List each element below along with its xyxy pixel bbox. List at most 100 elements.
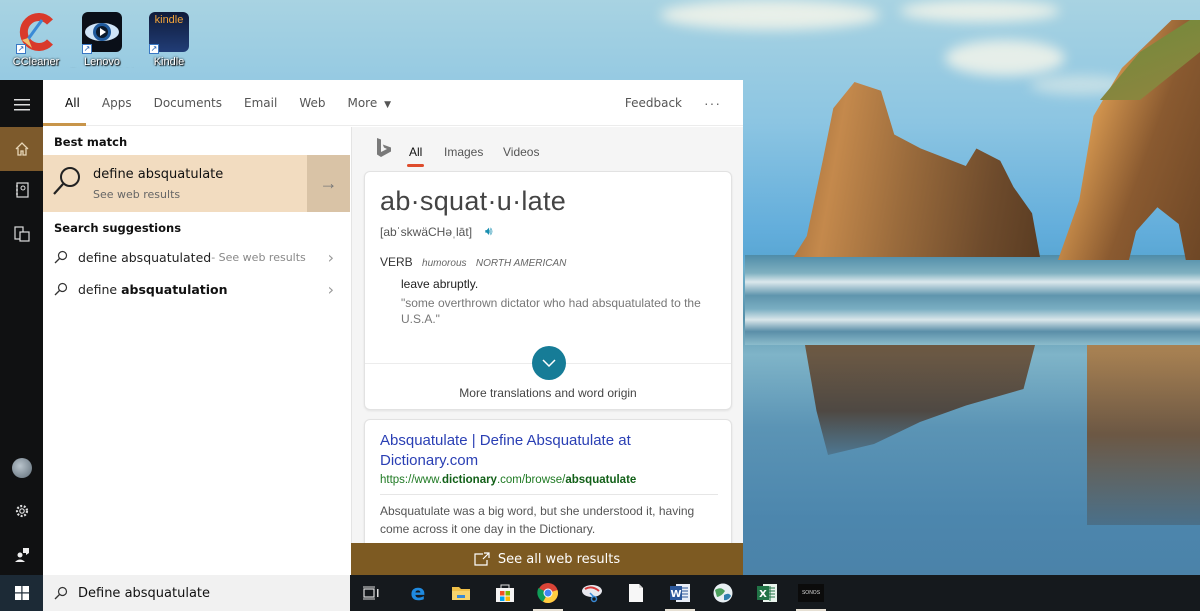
expand-button[interactable] — [532, 346, 566, 380]
example-sentence: "some overthrown dictator who had absqua… — [401, 296, 701, 326]
cloud — [660, 0, 880, 30]
more-options-button[interactable]: ··· — [704, 95, 721, 111]
speaker-icon[interactable]: 🔊︎ — [485, 224, 493, 239]
taskbar-task-view[interactable] — [349, 575, 393, 611]
taskbar: e W X SONOS — [0, 575, 1200, 611]
document-icon — [629, 584, 643, 602]
sea — [745, 255, 1200, 345]
see-all-web-results-button[interactable]: See all web results — [351, 543, 743, 575]
desktop-icon-label: CCleaner — [12, 56, 60, 68]
taskbar-notepad[interactable] — [614, 575, 658, 611]
suggestion-bold-text: absquatulation — [121, 281, 228, 297]
search-input[interactable] — [78, 585, 338, 601]
bing-tab-videos[interactable]: Videos — [503, 145, 539, 159]
bing-logo-icon — [377, 138, 391, 157]
search-icon — [54, 586, 68, 600]
see-all-label: See all web results — [497, 551, 621, 567]
definition: leave abruptly. — [401, 277, 479, 291]
windows-logo-icon — [14, 586, 29, 600]
chevron-right-icon: › — [327, 279, 334, 299]
tab-documents[interactable]: Documents — [154, 80, 222, 126]
suggestion-item[interactable]: define absquatulated - See web results › — [43, 241, 350, 273]
home-icon — [15, 142, 28, 156]
rail-notebook-button[interactable] — [0, 168, 43, 212]
web-result-snippet: Absquatulate was a big word, but she und… — [380, 504, 695, 536]
tab-email[interactable]: Email — [244, 80, 277, 126]
rail-settings-button[interactable] — [0, 489, 43, 533]
desktop-icon-kindle[interactable]: kindle ↗ Kindle — [137, 12, 201, 68]
avatar-icon — [11, 458, 32, 478]
taskbar-excel[interactable]: X — [745, 575, 789, 611]
desktop-icon-label: Kindle — [153, 56, 185, 68]
kindle-icon: kindle ↗ — [149, 12, 189, 54]
suggestion-item[interactable]: define absquatulation › — [43, 273, 350, 305]
web-result-title[interactable]: Absquatulate | Define Absquatulate at Di… — [380, 431, 720, 471]
taskbar-store[interactable] — [483, 575, 527, 611]
taskbar-word[interactable]: W — [658, 575, 702, 611]
edge-icon: e — [410, 580, 426, 606]
shortcut-arrow-icon: ↗ — [16, 44, 26, 54]
bing-tab-all[interactable]: All — [406, 145, 425, 167]
region-tag: NORTH AMERICAN — [475, 258, 567, 269]
best-match-subtitle: See web results — [93, 188, 181, 201]
cloud — [900, 0, 1060, 22]
url-bold-part: absquatulate — [565, 474, 637, 486]
shortcut-arrow-icon: ↗ — [149, 44, 159, 54]
desktop-icon-powerdvd[interactable]: ↗ Lenovo PowerDVD10 — [70, 12, 134, 68]
excel-icon: X — [757, 584, 777, 602]
bing-tab-images[interactable]: Images — [444, 145, 483, 159]
more-translations-link[interactable]: More translations and word origin — [365, 386, 731, 400]
desktop-icon-label: Lenovo PowerDVD10 — [83, 56, 121, 68]
search-icon — [54, 250, 68, 264]
taskbar-sonos[interactable]: SONOS — [789, 575, 833, 611]
part-of-speech: VERB — [380, 255, 413, 269]
search-panel: All Apps Documents Email Web More ▼ Feed… — [43, 80, 743, 575]
kindle-logo-text: kindle — [154, 14, 184, 26]
rock-formation — [793, 82, 1040, 257]
folder-icon — [452, 587, 470, 600]
tab-all[interactable]: All — [43, 80, 86, 126]
rail-documents-button[interactable] — [0, 212, 43, 256]
tab-apps[interactable]: Apps — [102, 80, 132, 126]
divider — [380, 494, 718, 495]
svg-text:W: W — [670, 589, 681, 600]
open-result-button[interactable]: → — [307, 155, 350, 212]
tab-web[interactable]: Web — [299, 80, 325, 126]
chrome-icon — [537, 583, 558, 604]
rail-home-button[interactable] — [0, 127, 43, 171]
hamburger-menu-button[interactable] — [0, 83, 43, 127]
store-icon — [496, 584, 514, 602]
part-of-speech-row: VERB humorous NORTH AMERICAN — [380, 255, 566, 269]
pronunciation: [abˈskwäCHəˌlāt] — [380, 225, 473, 239]
tab-more[interactable]: More ▼ — [347, 80, 391, 126]
start-button[interactable] — [0, 575, 43, 611]
taskbar-search-box[interactable] — [43, 575, 350, 611]
preview-pane: All Images Videos ab·squat·u·late [abˈsk… — [351, 127, 743, 575]
best-match-item[interactable]: define absquatulate See web results → — [43, 155, 350, 212]
web-result-url[interactable]: https://www.dictionary.com/browse/absqua… — [380, 474, 636, 486]
best-match-title: define absquatulate — [93, 167, 224, 182]
word-icon: W — [670, 584, 690, 602]
scope-tabs: All Apps Documents Email Web More ▼ Feed… — [43, 80, 743, 126]
notebook-icon — [15, 182, 29, 198]
usage-tag: humorous — [422, 258, 467, 269]
desktop-icon-ccleaner[interactable]: ↗ CCleaner — [4, 12, 68, 68]
feedback-link[interactable]: Feedback — [625, 96, 682, 110]
tab-more-label: More — [347, 95, 378, 110]
taskbar-chrome[interactable] — [526, 575, 570, 611]
url-part: https://www. — [380, 474, 442, 486]
dictionary-card: ab·squat·u·late [abˈskwäCHəˌlāt] 🔊︎ VERB… — [364, 171, 732, 410]
dictionary-word: ab·squat·u·late — [380, 186, 567, 216]
taskbar-snipping-tool[interactable] — [570, 575, 614, 611]
bing-tabs: All Images Videos — [352, 127, 743, 167]
suggestion-hint: - See web results — [211, 250, 306, 264]
caret-down-icon: ▼ — [384, 99, 391, 110]
taskbar-file-explorer[interactable] — [439, 575, 483, 611]
rail-feedback-button[interactable] — [0, 532, 43, 576]
taskbar-edge[interactable]: e — [396, 575, 440, 611]
scope-right: Feedback ··· — [625, 80, 743, 126]
rail-account-button[interactable] — [0, 446, 43, 490]
cloud — [945, 40, 1065, 76]
taskbar-vpn[interactable] — [701, 575, 745, 611]
sonos-icon: SONOS — [798, 584, 824, 602]
